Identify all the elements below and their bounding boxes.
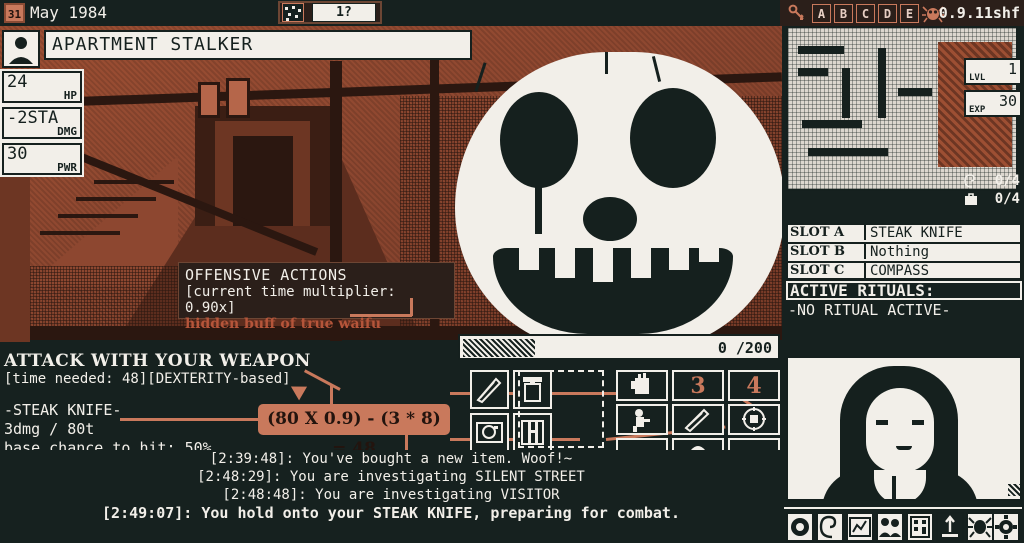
bag-counter: 0/4 <box>994 191 1020 207</box>
right-sidebar: LVL 1 EXP 30 0/4 0/4 SLOT A STEAK KNIFE … <box>782 26 1024 543</box>
scene-viewport: 24 HP -2STA DMG 30 PWR OFFENSIVE ACTIONS… <box>0 26 782 471</box>
formula-line-weapon <box>120 418 260 421</box>
slot-key: SLOT C <box>790 263 845 278</box>
avatar <box>2 30 40 68</box>
buff-arrow-stem <box>410 298 413 316</box>
letter-button-d[interactable]: D <box>878 4 897 23</box>
log-line: [2:49:07]: You hold onto your STEAK KNIF… <box>102 504 680 522</box>
letter-button-b[interactable]: B <box>834 4 853 23</box>
hp-value: 24 <box>7 72 28 92</box>
spiral-icon[interactable] <box>816 512 844 542</box>
action-number-3[interactable]: 3 <box>672 370 724 401</box>
top-bar: 31 May 1984 1? A B C D E 0.9.11shf <box>0 0 1024 26</box>
noise-icon <box>282 3 304 22</box>
letter-button-e[interactable]: E <box>900 4 919 23</box>
combat-progress-fill <box>463 339 535 357</box>
pwr-box: 30 PWR <box>2 143 82 175</box>
camera-icon[interactable] <box>470 413 509 452</box>
log-line: [2:39:48]: You've bought a new item. Woo… <box>209 451 573 467</box>
slot-row[interactable]: SLOT A STEAK KNIFE <box>786 223 1022 242</box>
exp-value: 30 <box>998 92 1017 110</box>
slot-value: COMPASS <box>870 263 930 279</box>
dmg-value: -2STA <box>7 108 59 128</box>
level-panel: LVL 1 <box>964 58 1022 85</box>
log-line: [2:48:48]: You are investigating VISITOR <box>222 487 560 503</box>
letter-button-a[interactable]: A <box>812 4 831 23</box>
combat-progress-bar[interactable]: 0 /200 <box>458 334 780 360</box>
level-value: 1 <box>1007 60 1017 78</box>
damage-formula-annotation: (80 X 0.9) - (3 * 8) = 48 <box>258 404 450 459</box>
action-number-4[interactable]: 4 <box>728 370 780 401</box>
empty-action-slot[interactable] <box>518 370 604 448</box>
people-icon[interactable] <box>876 512 904 542</box>
game-window: 31 May 1984 1? A B C D E 0.9.11shf 24 HP… <box>0 0 1024 543</box>
knife-slash-icon[interactable] <box>672 404 724 435</box>
active-rituals-header: ACTIVE RITUALS: <box>786 281 1022 300</box>
dmg-label: DMG <box>57 125 77 138</box>
exp-panel: EXP 30 <box>964 90 1022 117</box>
level-label: LVL <box>969 73 986 83</box>
monster-face <box>455 52 782 352</box>
slot-value: STEAK KNIFE <box>870 225 963 241</box>
location-name-label: APARTMENT STALKER <box>52 34 254 55</box>
person-run-icon[interactable] <box>616 404 668 435</box>
slot-row[interactable]: SLOT B Nothing <box>786 242 1022 261</box>
action-number-4-label: 4 <box>746 373 762 399</box>
version-bar: A B C D E 0.9.11shf <box>780 0 1024 26</box>
gear-icon[interactable] <box>992 512 1020 542</box>
doom-label: DOOM <box>794 497 830 499</box>
slot-row[interactable]: SLOT C COMPASS <box>786 261 1022 280</box>
location-name-field[interactable]: APARTMENT STALKER <box>44 30 472 60</box>
hand-icon[interactable] <box>616 370 668 401</box>
compass-icon[interactable] <box>728 404 780 435</box>
letter-button-c[interactable]: C <box>856 4 875 23</box>
attack-header: ATTACK WITH YOUR WEAPON <box>4 351 311 371</box>
pwr-value: 30 <box>7 144 28 164</box>
pwr-label: PWR <box>57 161 77 174</box>
bottom-toolbar <box>784 507 1022 543</box>
log-line: [2:48:29]: You are investigating SILENT … <box>197 469 585 485</box>
character-portrait-panel: 17 STA STR:7 DEX:8 PER:7 15 REA 5:KNW 6 <box>786 356 1022 501</box>
stairs-icon[interactable] <box>936 512 964 542</box>
offensive-actions-panel: OFFENSIVE ACTIONS [current time multipli… <box>178 262 455 332</box>
combat-progress-value: 0 /200 <box>717 339 772 357</box>
hp-label: HP <box>63 89 77 102</box>
formula-line-vert <box>330 384 333 408</box>
chart-icon[interactable] <box>846 512 874 542</box>
action-number-3-label: 3 <box>690 373 706 399</box>
formula-line-vert2 <box>405 432 408 452</box>
eye-icon[interactable] <box>786 512 814 542</box>
doom-value: 14 % <box>970 497 1006 499</box>
knife-icon[interactable] <box>470 370 509 409</box>
bag-icon <box>964 192 978 206</box>
active-rituals-value: -NO RITUAL ACTIVE- <box>786 302 1022 320</box>
version-label: 0.9.11shf <box>938 4 1020 22</box>
buff-arrow <box>350 314 412 317</box>
slot-value: Nothing <box>870 244 930 260</box>
message-log: [2:39:48]: You've bought a new item. Woo… <box>0 450 782 543</box>
unknown-state-button[interactable]: 1? <box>312 3 376 22</box>
time-multiplier-label: [current time multiplier: 0.90x] <box>185 284 396 316</box>
calendar-icon: 31 <box>4 3 25 23</box>
dmg-box: -2STA DMG <box>2 107 82 139</box>
slot-key: SLOT B <box>790 244 846 259</box>
exp-label: EXP <box>969 105 986 115</box>
key-icon[interactable] <box>788 4 806 22</box>
ritual-counter: 0/4 <box>994 173 1020 189</box>
date-display: May 1984 <box>30 3 108 22</box>
slot-key: SLOT A <box>790 225 845 240</box>
spider-icon[interactable] <box>966 512 994 542</box>
hp-box: 24 HP <box>2 71 82 103</box>
spiral-icon <box>964 174 978 188</box>
building-icon[interactable] <box>906 512 934 542</box>
hidden-buff-annotation: hidden buff of true waifu <box>185 316 382 332</box>
offensive-title: OFFENSIVE ACTIONS <box>185 266 348 284</box>
equipment-slots: SLOT A STEAK KNIFE SLOT B Nothing SLOT C… <box>786 223 1022 280</box>
